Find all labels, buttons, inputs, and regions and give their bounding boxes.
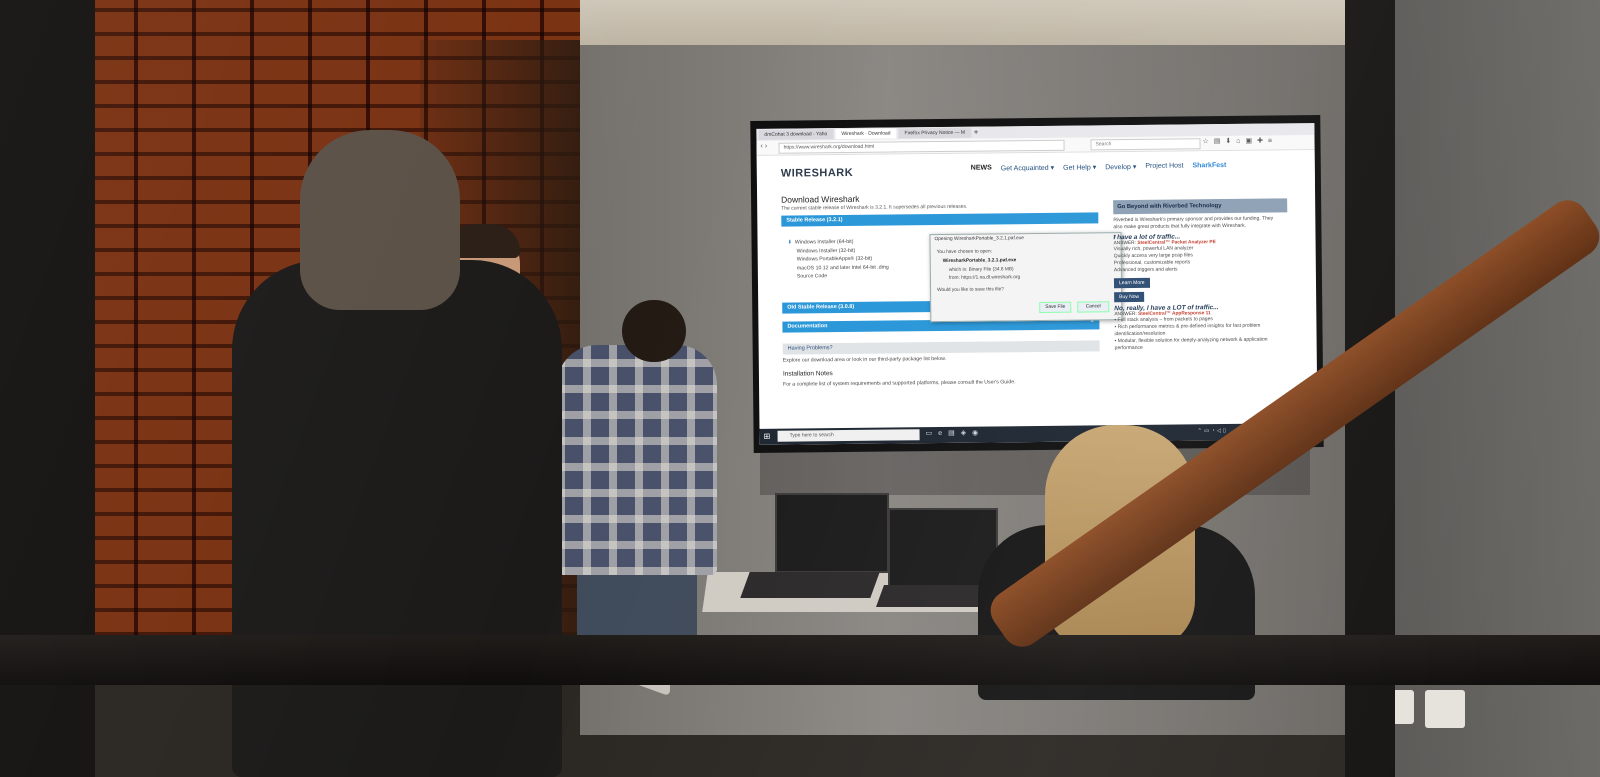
wall-monitor: dmCohat 3 download - Yaho Wireshark · Do…: [750, 115, 1324, 453]
browser-tab[interactable]: dmCohat 3 download - Yaho: [758, 129, 834, 140]
dialog-title: Opening WiresharkPortable_3.2.1.paf.exe: [934, 236, 1024, 243]
sponsor-sidebar: Go Beyond with Riverbed Technology River…: [1113, 198, 1288, 352]
download-link[interactable]: macOS 10.12 and later Intel 64-bit .dmg: [788, 263, 889, 273]
back-forward-icon[interactable]: ‹ ›: [761, 143, 768, 150]
window-rail: [0, 635, 1600, 685]
person-plaid-hoodie: [557, 345, 717, 575]
download-content: Download Wireshark The current stable re…: [781, 191, 1101, 388]
download-link-label: Windows PortableApps® (32-bit): [796, 255, 873, 263]
download-link[interactable]: Source Code: [788, 272, 889, 282]
person-hair: [300, 130, 460, 310]
having-problems-label: Having Problems?: [787, 345, 833, 352]
laptop-keyboard: [740, 572, 880, 598]
nav-project-host[interactable]: Project Host: [1145, 162, 1183, 170]
installation-text: For a complete list of system requiremen…: [783, 379, 1016, 388]
nav-get-acquainted[interactable]: Get Acquainted ▾: [1001, 164, 1054, 173]
wireshark-logo[interactable]: WIRESHARK: [781, 167, 853, 180]
cancel-button[interactable]: Cancel: [1077, 301, 1110, 313]
download-icon: ⬇: [787, 239, 792, 246]
download-link-label: Windows Installer (64-bit): [794, 238, 854, 246]
taskbar-search-input[interactable]: Type here to search: [777, 429, 920, 442]
sponsor-heading: Go Beyond with Riverbed Technology: [1113, 198, 1288, 215]
feature-list-2: • Full stack analysis – from packets to …: [1114, 315, 1284, 352]
documentation-label: Documentation: [787, 323, 828, 330]
installation-heading: Installation Notes: [782, 370, 833, 378]
toolbar-icons[interactable]: ☆▤⬇⌂▣✚≡: [1202, 136, 1277, 145]
system-tray-icons[interactable]: ⌃▭◔◁▯: [1198, 428, 1228, 434]
wall-outlet: [1425, 690, 1465, 728]
dialog-file-type: which is: Binary File (34.8 MB): [948, 267, 1014, 273]
download-link-label: Windows Installer (32-bit): [796, 247, 856, 255]
dialog-question: Would you like to save this file?: [937, 287, 1004, 294]
site-nav: NEWS Get Acquainted ▾ Get Help ▾ Develop…: [971, 162, 1227, 173]
light-switch: [1392, 690, 1414, 724]
photo-scene: dmCohat 3 download - Yaho Wireshark · Do…: [0, 0, 1600, 777]
download-link-label: Source Code: [796, 273, 828, 280]
list-item: Advanced triggers and alerts: [1113, 266, 1178, 274]
site-header: WIRESHARK NEWS Get Acquainted ▾ Get Help…: [756, 150, 1315, 190]
save-file-button[interactable]: Save File: [1039, 301, 1072, 313]
nav-news[interactable]: NEWS: [971, 164, 992, 172]
new-tab-button[interactable]: +: [971, 128, 981, 138]
windows-start-icon[interactable]: ⊞: [764, 432, 771, 441]
address-bar[interactable]: https://www.wireshark.org/download.html: [778, 139, 1065, 154]
taskbar-app-icons[interactable]: ▭e▤◈◉: [926, 429, 985, 438]
old-stable-label: Old Stable Release (3.0.8): [787, 303, 855, 311]
nav-sharkfest[interactable]: SharkFest: [1192, 162, 1226, 170]
browser-tab[interactable]: Firefox Privacy Notice — M: [898, 127, 972, 139]
buy-now-button[interactable]: Buy Now: [1114, 291, 1145, 303]
learn-more-button[interactable]: Learn More: [1113, 277, 1150, 289]
nav-get-help[interactable]: Get Help ▾: [1063, 163, 1096, 171]
browser-search-input[interactable]: Search: [1090, 138, 1201, 151]
person-hair: [622, 300, 686, 362]
having-problems-bar[interactable]: Having Problems?: [782, 340, 1100, 355]
dialog-file-name: WiresharkPortable_3.2.1.paf.exe: [942, 258, 1017, 264]
browser-tab-active[interactable]: Wireshark · Download: [835, 128, 897, 140]
problems-text: Explore our download area or look in our…: [782, 355, 947, 364]
stable-release-label: Stable Release (3.2.1): [786, 217, 843, 224]
feature-list: Visually rich, powerful LAN analyzer Qui…: [1114, 244, 1284, 274]
nav-develop[interactable]: Develop ▾: [1105, 163, 1136, 171]
dialog-chosen-label: You have chosen to open:: [936, 249, 993, 256]
list-item: • Modular, flexible solution for deeply-…: [1114, 336, 1268, 352]
sponsor-intro: Riverbed is Wireshark's primary sponsor …: [1113, 215, 1274, 231]
dialog-file-source: from: https://1.na.dl.wireshark.org: [948, 275, 1021, 281]
laptop: [775, 493, 889, 573]
download-link-label: macOS 10.12 and later Intel 64-bit .dmg: [796, 264, 889, 272]
stable-release-bar[interactable]: Stable Release (3.2.1): [781, 212, 1099, 227]
download-list: ⬇ Windows Installer (64-bit) Windows Inst…: [788, 238, 889, 282]
monitor-screen: dmCohat 3 download - Yaho Wireshark · Do…: [756, 123, 1318, 445]
download-dialog: Opening WiresharkPortable_3.2.1.paf.exe …: [929, 232, 1123, 323]
person-foreground: [232, 260, 562, 777]
